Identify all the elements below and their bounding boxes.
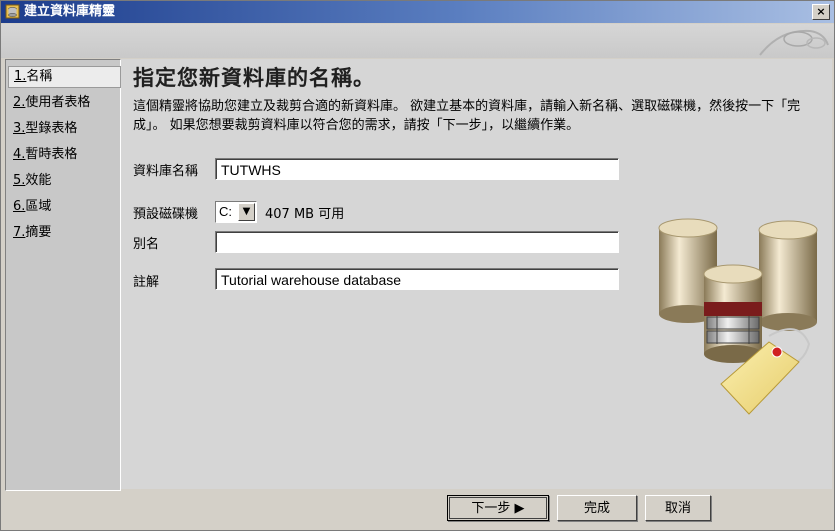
database-wizard-icon bbox=[5, 4, 20, 19]
step-label: 摘要 bbox=[25, 225, 52, 240]
step-item-catalog-tables[interactable]: 3.型錄表格 bbox=[8, 118, 119, 140]
step-label: 區域 bbox=[25, 199, 52, 214]
step-item-user-tables[interactable]: 2.使用者表格 bbox=[8, 92, 119, 114]
step-label: 名稱 bbox=[26, 69, 53, 84]
database-cylinders-illustration bbox=[658, 218, 818, 415]
step-item-temp-tables[interactable]: 4.暫時表格 bbox=[8, 144, 119, 166]
page-description: 這個精靈將協助您建立及裁剪合適的新資料庫。 欲建立基本的資料庫，請輸入新名稱、選… bbox=[133, 99, 801, 133]
drive-free-space: 407 MB 可用 bbox=[265, 207, 345, 222]
step-label: 型錄表格 bbox=[25, 121, 78, 136]
db-name-input[interactable]: TUTWHS bbox=[215, 158, 619, 180]
page-title: 指定您新資料庫的名稱。 bbox=[133, 66, 375, 90]
alias-label: 別名 bbox=[133, 237, 160, 252]
drive-label: 預設磁碟機 bbox=[133, 207, 199, 222]
cancel-button[interactable]: 取消 bbox=[645, 495, 711, 521]
step-item-performance[interactable]: 5.效能 bbox=[8, 170, 119, 192]
db-name-label: 資料庫名稱 bbox=[133, 164, 199, 179]
comment-input[interactable]: Tutorial warehouse database bbox=[215, 268, 619, 290]
step-label: 使用者表格 bbox=[25, 95, 91, 110]
wizard-footer: 下一步 ▶ 完成 取消 bbox=[1, 491, 834, 530]
step-label: 效能 bbox=[25, 173, 52, 188]
wizard-steps-sidebar: 1.名稱 2.使用者表格 3.型錄表格 4.暫時表格 5.效能 6.區域 7.摘… bbox=[5, 59, 121, 491]
title-bar[interactable]: 建立資料庫精靈 × bbox=[1, 1, 834, 23]
banner-decoration bbox=[759, 29, 829, 56]
wizard-window: 建立資料庫精靈 × 1.名稱 2.使用者表格 3.型錄表格 4.暫時表格 5.效… bbox=[0, 0, 835, 531]
wizard-content: 指定您新資料庫的名稱。 這個精靈將協助您建立及裁剪合適的新資料庫。 欲建立基本的… bbox=[121, 59, 832, 489]
chevron-down-icon[interactable]: ▼ bbox=[238, 203, 255, 221]
window-title: 建立資料庫精靈 bbox=[24, 4, 116, 19]
next-button[interactable]: 下一步 ▶ bbox=[447, 495, 549, 521]
finish-button[interactable]: 完成 bbox=[557, 495, 637, 521]
step-label: 暫時表格 bbox=[25, 147, 78, 162]
step-item-summary[interactable]: 7.摘要 bbox=[8, 222, 119, 244]
drive-select[interactable]: C: ▼ bbox=[215, 201, 257, 223]
step-item-region[interactable]: 6.區域 bbox=[8, 196, 119, 218]
wizard-banner bbox=[1, 24, 834, 58]
step-item-name[interactable]: 1.名稱 bbox=[8, 66, 121, 88]
alias-input[interactable] bbox=[215, 231, 619, 253]
comment-label: 註解 bbox=[133, 275, 160, 290]
close-button[interactable]: × bbox=[812, 4, 830, 20]
drive-select-value: C: bbox=[219, 204, 232, 219]
close-icon: × bbox=[816, 5, 826, 18]
